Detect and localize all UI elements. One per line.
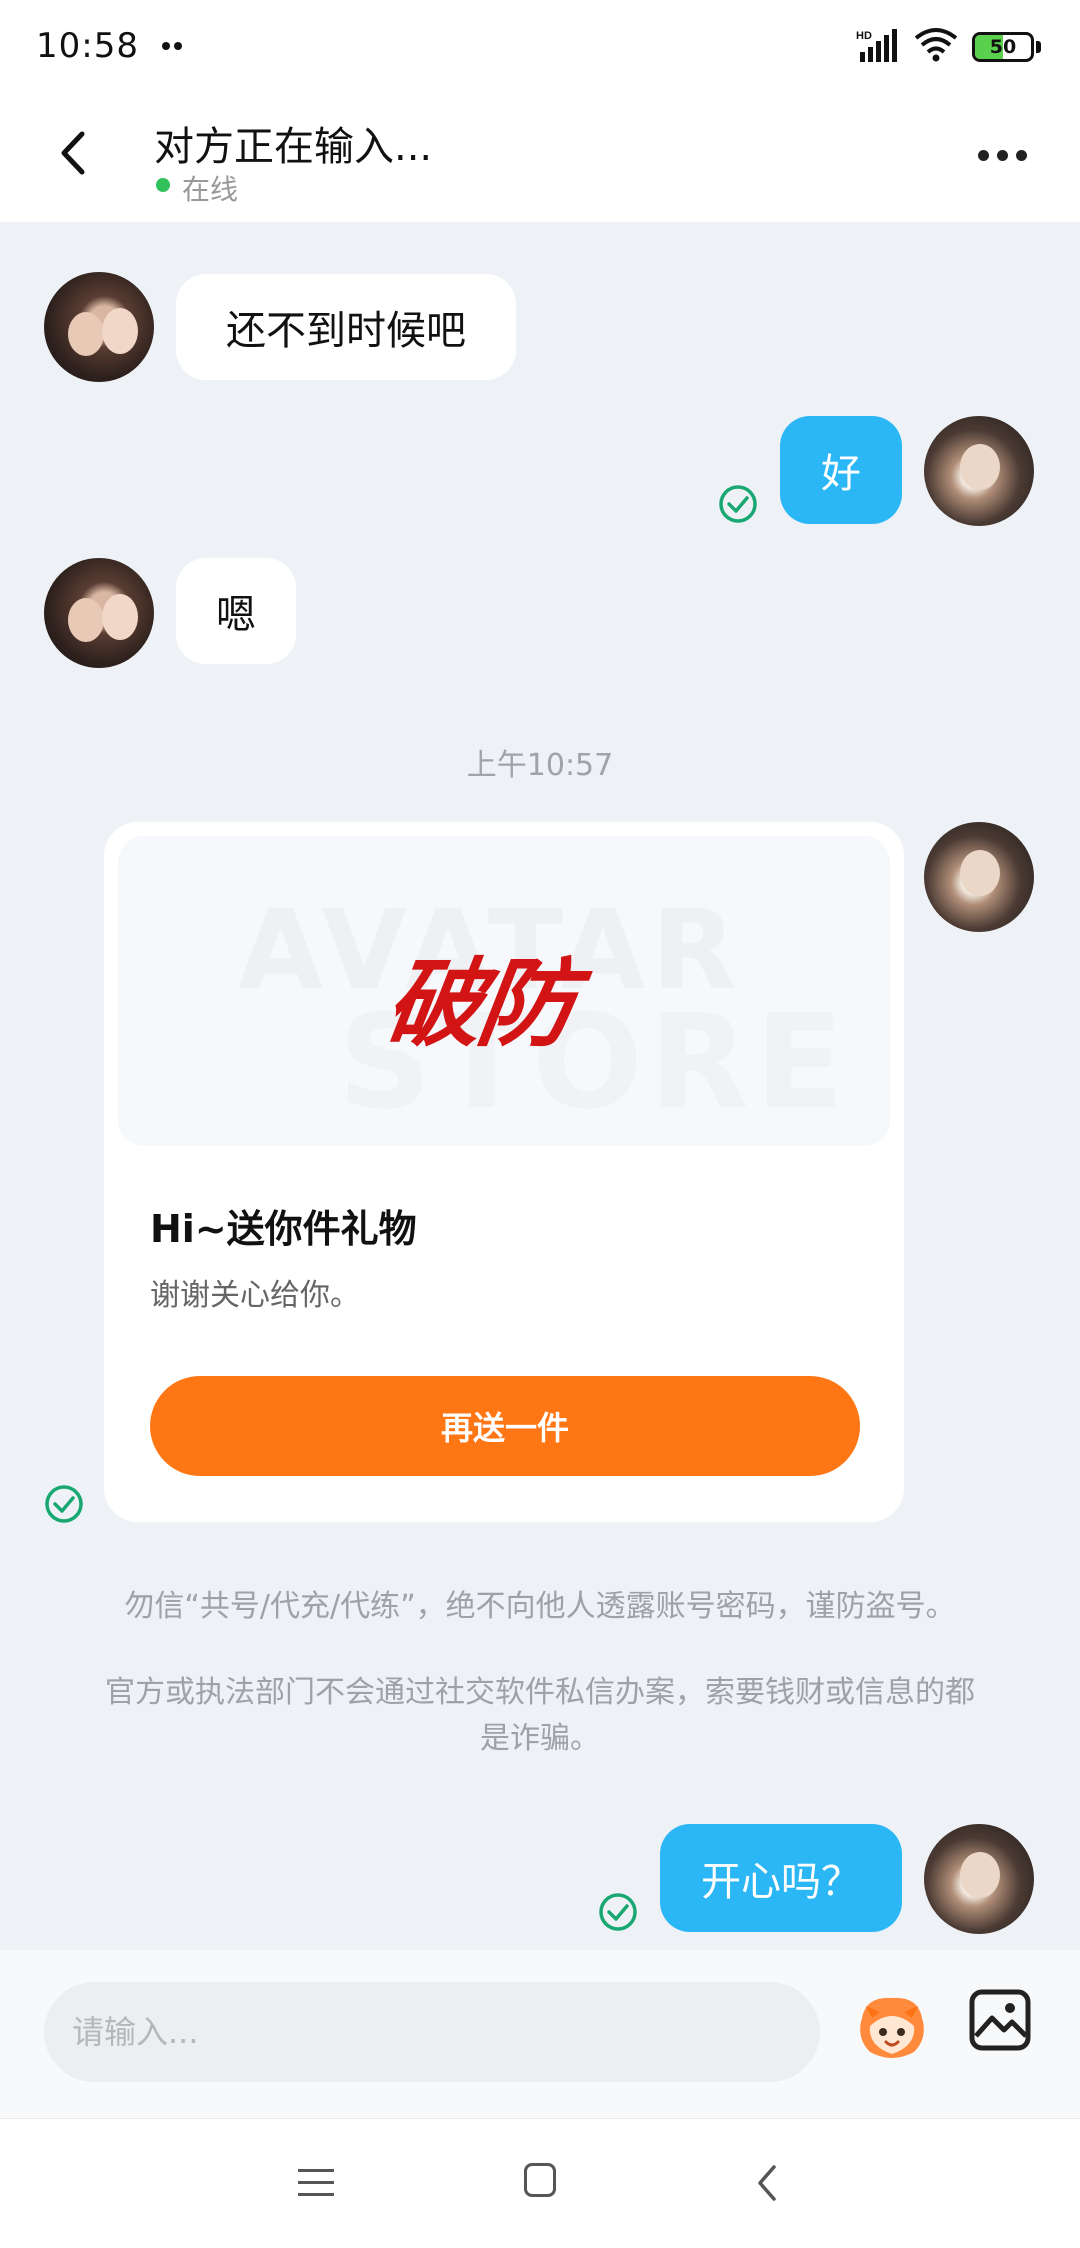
chat-message-list[interactable]: 还不到时候吧 好 嗯 上午10:57 AVATAR STORE 破防 Hi~送你… [0, 222, 1080, 1950]
gift-title: Hi~送你件礼物 [150, 1207, 417, 1251]
message-text: 好 [821, 451, 861, 497]
message-text: 嗯 [216, 592, 256, 638]
gift-image[interactable]: AVATAR STORE 破防 [118, 836, 890, 1146]
my-avatar[interactable] [924, 416, 1034, 526]
online-status-dot [156, 178, 170, 192]
cellular-signal-icon: HD [856, 29, 897, 62]
chat-title: 对方正在输入... [154, 124, 433, 170]
read-check-icon [719, 485, 757, 523]
back-button[interactable] [40, 118, 110, 188]
online-status-text: 在线 [182, 173, 239, 206]
contact-avatar[interactable] [44, 558, 154, 668]
message-bubble-incoming[interactable]: 还不到时候吧 [176, 274, 516, 380]
message-input-bar [0, 1950, 1080, 2118]
status-bar: 10:58 HD 50 [0, 0, 1080, 92]
system-navigation-bar [0, 2118, 1080, 2248]
message-input[interactable] [72, 1982, 792, 2082]
sticker-button-icon[interactable] [852, 1988, 932, 2068]
chat-header: 对方正在输入... 在线 [0, 92, 1080, 222]
notification-dots-icon [162, 42, 184, 50]
message-text: 还不到时候吧 [226, 308, 466, 354]
image-picker-icon[interactable] [968, 1988, 1032, 2052]
message-bubble-outgoing[interactable]: 开心吗？ [660, 1824, 902, 1932]
recent-apps-button[interactable] [298, 2165, 334, 2199]
wifi-icon [914, 28, 958, 62]
home-button[interactable] [524, 2163, 556, 2197]
read-check-icon [599, 1893, 637, 1931]
my-avatar[interactable] [924, 1824, 1034, 1934]
battery-icon: 50 [972, 32, 1042, 62]
read-check-icon [45, 1485, 83, 1523]
gift-description: 谢谢关心给你。 [150, 1278, 360, 1313]
message-input-container[interactable] [44, 1982, 820, 2082]
contact-avatar[interactable] [44, 272, 154, 382]
status-time: 10:58 [36, 26, 139, 66]
time-divider: 上午10:57 [466, 748, 614, 783]
system-back-button[interactable] [754, 2163, 782, 2203]
gift-art-text: 破防 [378, 947, 579, 1060]
network-label: HD [856, 30, 872, 42]
gift-card[interactable]: AVATAR STORE 破防 Hi~送你件礼物 谢谢关心给你。 再送一件 [104, 822, 904, 1522]
more-options-button[interactable] [968, 136, 1038, 176]
message-bubble-outgoing[interactable]: 好 [780, 416, 902, 524]
message-text: 开心吗？ [701, 1859, 861, 1905]
battery-level: 50 [989, 36, 1017, 58]
message-bubble-incoming[interactable]: 嗯 [176, 558, 296, 664]
security-notice: 勿信“共号/代充/代练”，绝不向他人透露账号密码，谨防盗号。 [124, 1589, 956, 1624]
fraud-notice: 官方或执法部门不会通过社交软件私信办案，索要钱财或信息的都是诈骗。 [105, 1675, 975, 1756]
my-avatar[interactable] [924, 822, 1034, 932]
send-another-gift-button[interactable]: 再送一件 [150, 1376, 860, 1476]
